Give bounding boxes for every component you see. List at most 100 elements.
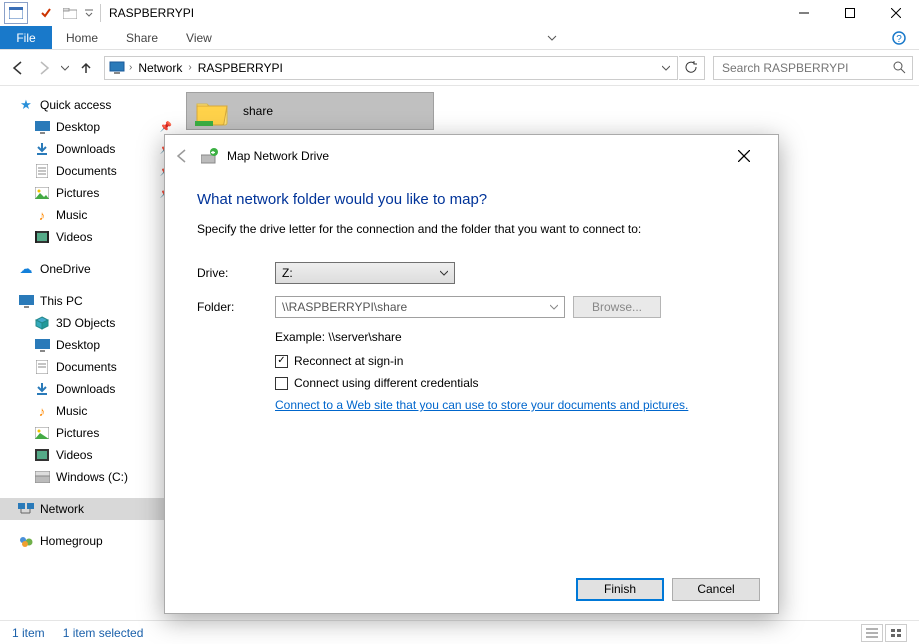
qat-customize-icon[interactable] <box>82 2 96 24</box>
wizard-back-button[interactable] <box>173 147 201 165</box>
drive-label: Drive: <box>197 266 275 280</box>
nav-back-button[interactable] <box>6 56 30 80</box>
tree-pc-documents[interactable]: Documents <box>0 356 180 378</box>
maximize-button[interactable] <box>827 0 873 26</box>
tree-label: Desktop <box>56 338 100 352</box>
crumb-host[interactable]: RASPBERRYPI <box>194 61 287 75</box>
tree-qa-pictures[interactable]: Pictures📌 <box>0 182 180 204</box>
tree-onedrive[interactable]: ☁ OneDrive <box>0 258 180 280</box>
tree-pc-cdrive[interactable]: Windows (C:) <box>0 466 180 488</box>
tree-homegroup[interactable]: Homegroup <box>0 530 180 552</box>
status-bar: 1 item 1 item selected <box>0 620 919 644</box>
connect-website-link[interactable]: Connect to a Web site that you can use t… <box>275 398 688 412</box>
folder-value: \\RASPBERRYPI\share <box>282 300 407 314</box>
tree-pc-3dobjects[interactable]: 3D Objects <box>0 312 180 334</box>
search-input[interactable] <box>720 60 893 76</box>
pc-icon <box>18 293 34 309</box>
map-network-drive-dialog: Map Network Drive What network folder wo… <box>164 134 779 614</box>
tree-qa-downloads[interactable]: Downloads📌 <box>0 138 180 160</box>
crumb-network[interactable]: Network <box>134 61 186 75</box>
tree-qa-documents[interactable]: Documents📌 <box>0 160 180 182</box>
tree-label: Network <box>40 502 84 516</box>
videos-icon <box>34 229 50 245</box>
tree-label: Pictures <box>56 426 99 440</box>
tree-label: 3D Objects <box>56 316 115 330</box>
tree-label: Music <box>56 208 87 222</box>
ribbon-tab-view[interactable]: View <box>172 26 226 49</box>
close-button[interactable] <box>873 0 919 26</box>
tree-label: Pictures <box>56 186 99 200</box>
reconnect-checkbox-row[interactable]: ✓ Reconnect at sign-in <box>275 354 746 368</box>
pin-icon: 📌 <box>160 122 172 133</box>
tree-label: Quick access <box>40 98 111 112</box>
wizard-drive-icon <box>201 148 219 164</box>
ribbon: File Home Share View ? <box>0 26 919 50</box>
finish-button[interactable]: Finish <box>576 578 664 601</box>
drive-letter-dropdown[interactable]: Z: <box>275 262 455 284</box>
item-label: share <box>243 104 273 118</box>
nav-recent-dropdown[interactable] <box>58 56 72 80</box>
tree-label: OneDrive <box>40 262 91 276</box>
qat-explorer-icon[interactable] <box>4 2 28 24</box>
address-bar-row: › Network › RASPBERRYPI <box>0 50 919 86</box>
homegroup-icon <box>18 533 34 549</box>
address-dropdown-icon[interactable] <box>657 56 675 80</box>
credentials-label: Connect using different credentials <box>294 376 479 390</box>
tree-label: This PC <box>40 294 83 308</box>
tree-quick-access[interactable]: ★ Quick access <box>0 94 180 116</box>
checkbox-unchecked-icon[interactable] <box>275 377 288 390</box>
nav-forward-button[interactable] <box>32 56 56 80</box>
qat-new-folder-icon[interactable] <box>58 2 82 24</box>
tree-qa-music[interactable]: ♪ Music <box>0 204 180 226</box>
view-details-button[interactable] <box>861 624 883 642</box>
tree-pc-desktop[interactable]: Desktop <box>0 334 180 356</box>
crumb-root-chevron[interactable]: › <box>127 62 134 73</box>
crumb-chevron[interactable]: › <box>186 62 193 73</box>
tree-pc-downloads[interactable]: Downloads <box>0 378 180 400</box>
star-icon: ★ <box>18 97 34 113</box>
tree-label: Downloads <box>56 382 115 396</box>
ribbon-tab-share[interactable]: Share <box>112 26 172 49</box>
wizard-close-button[interactable] <box>738 150 770 162</box>
svg-text:?: ? <box>896 34 902 45</box>
drive-value: Z: <box>282 266 293 280</box>
tree-qa-desktop[interactable]: Desktop📌 <box>0 116 180 138</box>
help-icon[interactable]: ? <box>879 26 919 49</box>
chevron-down-icon <box>440 269 448 277</box>
drive-icon <box>34 469 50 485</box>
ribbon-tab-home[interactable]: Home <box>52 26 112 49</box>
tree-pc-videos[interactable]: Videos <box>0 444 180 466</box>
music-icon: ♪ <box>34 207 50 223</box>
tree-pc-music[interactable]: ♪Music <box>0 400 180 422</box>
tree-network[interactable]: Network <box>0 498 180 520</box>
onedrive-icon: ☁ <box>18 261 34 277</box>
minimize-button[interactable] <box>781 0 827 26</box>
qat-properties-icon[interactable] <box>34 2 58 24</box>
tree-label: Music <box>56 404 87 418</box>
share-folder-item[interactable]: share <box>186 92 434 130</box>
tree-label: Windows (C:) <box>56 470 128 484</box>
cancel-button[interactable]: Cancel <box>672 578 760 601</box>
reconnect-label: Reconnect at sign-in <box>294 354 403 368</box>
nav-up-button[interactable] <box>74 56 98 80</box>
search-box[interactable] <box>713 56 913 80</box>
folder-path-combobox[interactable]: \\RASPBERRYPI\share <box>275 296 565 318</box>
status-item-count: 1 item <box>12 626 45 640</box>
tree-qa-videos[interactable]: Videos <box>0 226 180 248</box>
refresh-button[interactable] <box>679 56 705 80</box>
tree-label: Documents <box>56 164 117 178</box>
ribbon-file-tab[interactable]: File <box>0 26 52 49</box>
tree-pc-pictures[interactable]: Pictures <box>0 422 180 444</box>
location-monitor-icon <box>107 58 127 78</box>
checkbox-checked-icon[interactable]: ✓ <box>275 355 288 368</box>
view-large-icons-button[interactable] <box>885 624 907 642</box>
tree-this-pc[interactable]: This PC <box>0 290 180 312</box>
address-bar[interactable]: › Network › RASPBERRYPI <box>104 56 678 80</box>
window-titlebar: RASPBERRYPI <box>0 0 919 26</box>
browse-button[interactable]: Browse... <box>573 296 661 318</box>
credentials-checkbox-row[interactable]: Connect using different credentials <box>275 376 746 390</box>
documents-icon <box>34 359 50 375</box>
ribbon-expand-icon[interactable] <box>538 26 566 49</box>
search-icon[interactable] <box>893 61 906 74</box>
tree-label: Videos <box>56 230 92 244</box>
